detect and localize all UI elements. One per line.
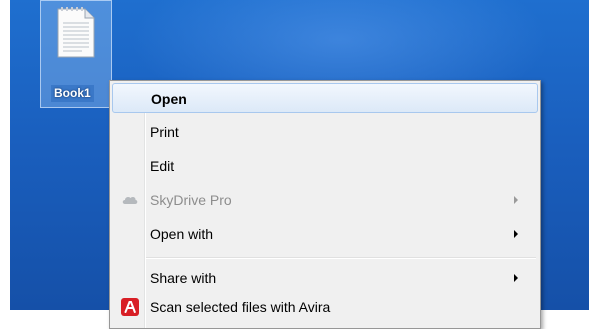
- menu-item-label: Open with: [150, 226, 214, 242]
- submenu-arrow-icon: [514, 196, 518, 204]
- menu-item-label: SkyDrive Pro: [150, 192, 232, 208]
- menu-separator: [146, 257, 536, 259]
- desktop-file-book1[interactable]: Book1: [40, 0, 112, 108]
- menu-item-label: Scan selected files with Avira: [150, 299, 331, 315]
- menu-item-label: Edit: [150, 158, 175, 174]
- menu-item-open[interactable]: Open: [112, 83, 538, 113]
- menu-item-print[interactable]: Print: [112, 117, 538, 147]
- file-label: Book1: [51, 85, 94, 102]
- skydrive-cloud-icon: [122, 196, 138, 204]
- text-document-icon: [57, 7, 95, 58]
- menu-item-share-with[interactable]: Share with: [112, 263, 538, 293]
- context-menu: Open Print Edit SkyDrive Pro Open with S…: [109, 80, 541, 329]
- submenu-arrow-icon: [514, 230, 518, 238]
- menu-item-label: Open: [151, 91, 187, 107]
- menu-item-skydrive-pro[interactable]: SkyDrive Pro: [112, 185, 538, 215]
- menu-item-label: Share with: [150, 270, 217, 286]
- submenu-arrow-icon: [514, 274, 518, 282]
- menu-item-label: Print: [150, 124, 179, 140]
- menu-item-scan-avira[interactable]: Scan selected files with Avira: [112, 292, 538, 322]
- menu-item-open-with[interactable]: Open with: [112, 219, 538, 249]
- avira-icon: [121, 298, 139, 316]
- menu-item-edit[interactable]: Edit: [112, 151, 538, 181]
